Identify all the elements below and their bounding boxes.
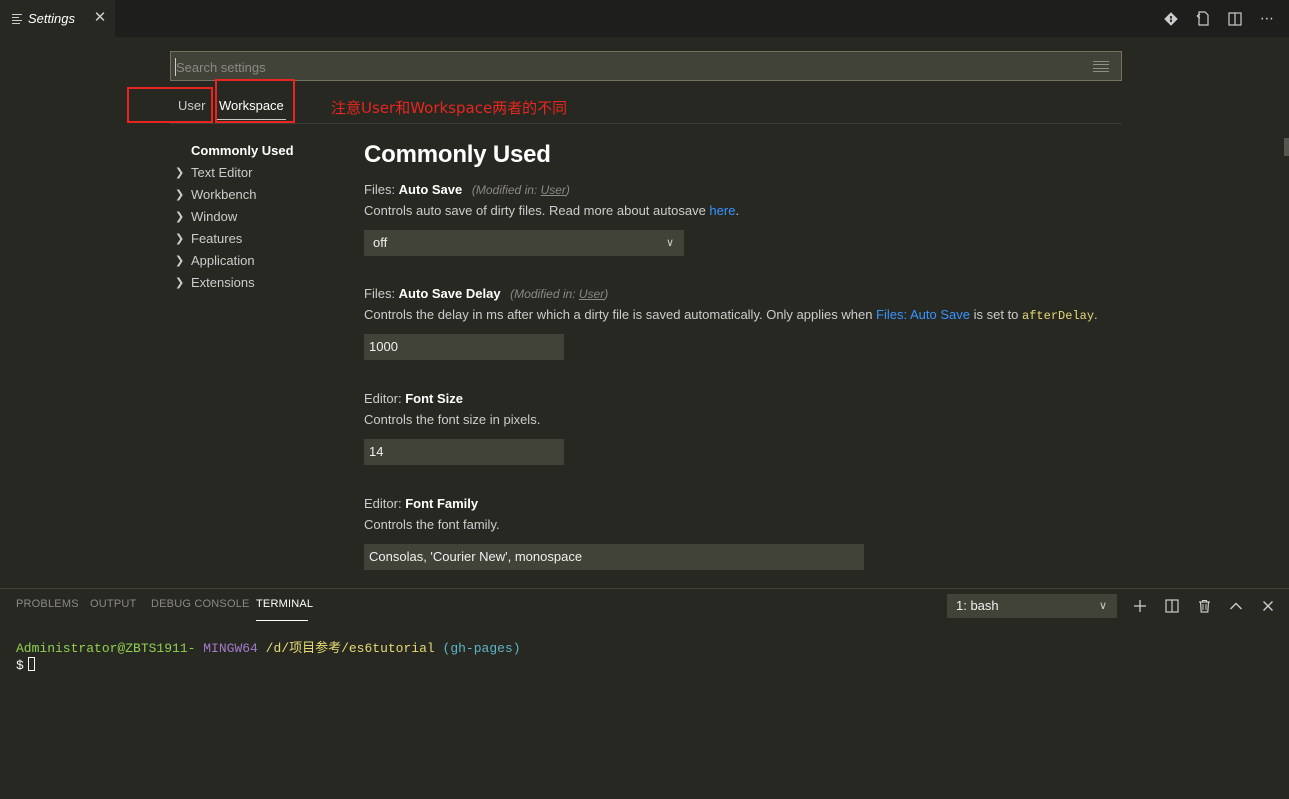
toc-item-commonly-used[interactable]: Commonly Used (175, 140, 345, 162)
toc-item-label: Commonly Used (191, 143, 294, 158)
terminal-git-branch: (gh-pages) (442, 641, 521, 656)
auto-save-delay-input[interactable]: 1000 (364, 334, 564, 360)
chevron-down-icon: ∨ (665, 237, 674, 249)
panel-tab-output[interactable]: OUTPUT (90, 598, 136, 616)
font-size-input[interactable]: 14 (364, 439, 564, 465)
chevron-right-icon: ❯ (175, 233, 185, 245)
terminal-cursor (27, 657, 35, 671)
modified-indicator: (Modified in: User) (471, 183, 570, 197)
terminal-env: MINGW64 (203, 641, 258, 656)
split-editor-icon[interactable] (1219, 0, 1251, 37)
terminal-output[interactable]: Administrator@ZBTS1911- MINGW64 /d/项目参考/… (16, 640, 521, 674)
editor-title-actions: ⋯ (1155, 0, 1283, 37)
setting-files-auto-save-delay: Files: Auto Save Delay (Modified in: Use… (364, 285, 1098, 360)
settings-search-input[interactable] (175, 58, 1056, 76)
editor-scrollbar-thumb[interactable] (1284, 138, 1289, 156)
settings-tab[interactable]: Settings ✕ (0, 0, 115, 37)
setting-description: Controls the font size in pixels. (364, 412, 541, 427)
panel-tab-problems[interactable]: PROBLEMS (16, 598, 79, 616)
maximize-panel-icon[interactable] (1220, 594, 1252, 618)
toc-item-label: Application (191, 253, 255, 268)
open-json-icon[interactable] (1187, 0, 1219, 37)
split-terminal-icon[interactable] (1156, 594, 1188, 618)
toc-item-label: Features (191, 231, 243, 246)
setting-description: Controls auto save of dirty files. Read … (364, 203, 740, 218)
toc-item-label: Extensions (191, 275, 255, 290)
section-title: Commonly Used (364, 141, 551, 168)
modified-scope-link[interactable]: User (579, 287, 604, 301)
bottom-panel (0, 588, 1289, 799)
more-actions-icon[interactable]: ⋯ (1251, 0, 1283, 37)
annotation-box-workspace (215, 79, 295, 123)
setting-title: Editor: Font Family (364, 496, 479, 511)
terminal-user-host: Administrator@ZBTS1911- (16, 641, 196, 656)
filter-settings-icon[interactable] (1093, 61, 1109, 72)
add-terminal-icon[interactable] (1124, 594, 1156, 618)
active-panel-tab-indicator (256, 620, 308, 621)
setting-title: Files: Auto Save (Modified in: User) (364, 182, 570, 197)
annotation-note: 注意User和Workspace两者的不同 (331, 99, 568, 117)
toc-item-label: Text Editor (191, 165, 253, 180)
header-divider (170, 123, 1122, 124)
chevron-down-icon: ∨ (1098, 600, 1107, 612)
auto-save-select[interactable]: off ∨ (364, 230, 684, 256)
chevron-right-icon: ❯ (175, 167, 185, 179)
toc-item-label: Window (191, 209, 238, 224)
toc-item-features[interactable]: ❯ Features (175, 228, 345, 250)
terminal-prompt: $ (16, 658, 24, 673)
chevron-right-icon: ❯ (175, 255, 185, 267)
settings-file-icon (12, 13, 22, 24)
panel-actions (1124, 594, 1284, 618)
toc-item-extensions[interactable]: ❯ Extensions (175, 272, 345, 294)
panel-tab-debug-console[interactable]: DEBUG CONSOLE (151, 598, 250, 616)
files-auto-save-link[interactable]: Files: Auto Save (876, 307, 970, 322)
chevron-right-icon: ❯ (175, 189, 185, 201)
annotation-box-user (127, 87, 213, 123)
toc-item-application[interactable]: ❯ Application (175, 250, 345, 272)
setting-description: Controls the font family. (364, 517, 500, 532)
tab-title: Settings (28, 11, 75, 26)
toc-item-window[interactable]: ❯ Window (175, 206, 345, 228)
chevron-right-icon: ❯ (175, 211, 185, 223)
setting-description: Controls the delay in ms after which a d… (364, 307, 1098, 323)
setting-title: Editor: Font Size (364, 391, 463, 406)
close-panel-icon[interactable] (1252, 594, 1284, 618)
setting-title: Files: Auto Save Delay (Modified in: Use… (364, 286, 609, 301)
editor-tab-bar (0, 0, 1289, 37)
modified-indicator: (Modified in: User) (510, 287, 609, 301)
font-family-input[interactable]: Consolas, 'Courier New', monospace (364, 544, 864, 570)
panel-tab-terminal[interactable]: TERMINAL (256, 598, 313, 616)
kill-terminal-icon[interactable] (1188, 594, 1220, 618)
toc-item-workbench[interactable]: ❯ Workbench (175, 184, 345, 206)
terminal-instance-select[interactable]: 1: bash ∨ (947, 594, 1117, 618)
setting-editor-font-size: Editor: Font Size Controls the font size… (364, 390, 564, 465)
autosave-docs-link[interactable]: here (709, 203, 735, 218)
settings-toc: Commonly Used ❯ Text Editor ❯ Workbench … (175, 140, 345, 294)
close-tab-icon[interactable]: ✕ (92, 9, 108, 27)
setting-files-auto-save: Files: Auto Save (Modified in: User) Con… (364, 181, 739, 256)
settings-search-box (170, 51, 1122, 81)
toc-item-text-editor[interactable]: ❯ Text Editor (175, 162, 345, 184)
terminal-path: /d/项目参考/es6tutorial (265, 641, 435, 656)
setting-editor-font-family: Editor: Font Family Controls the font fa… (364, 495, 864, 570)
chevron-right-icon: ❯ (175, 277, 185, 289)
git-icon[interactable] (1155, 0, 1187, 37)
toc-item-label: Workbench (191, 187, 257, 202)
modified-scope-link[interactable]: User (541, 183, 566, 197)
